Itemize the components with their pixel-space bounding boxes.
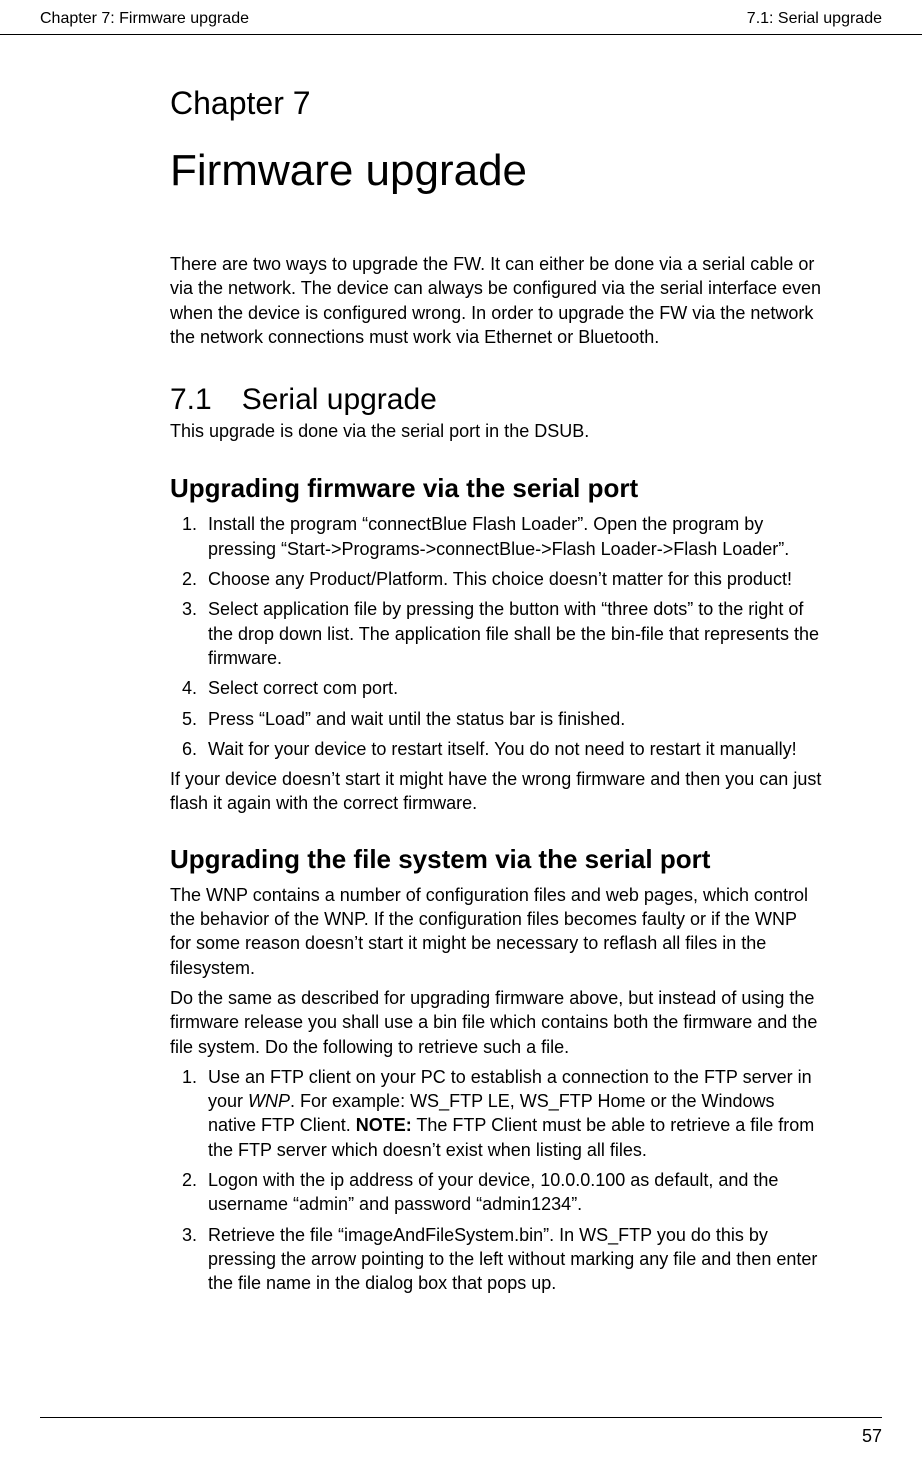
chapter-intro: There are two ways to upgrade the FW. It… xyxy=(170,252,822,349)
list-item: Select correct com port. xyxy=(202,676,822,700)
list-item: Press “Load” and wait until the status b… xyxy=(202,707,822,731)
chapter-title: Firmware upgrade xyxy=(170,146,822,196)
step1-wnp: WNP xyxy=(248,1091,290,1111)
filesystem-para-1: The WNP contains a number of configurati… xyxy=(170,883,822,980)
page-content: Chapter 7 Firmware upgrade There are two… xyxy=(0,35,922,1296)
list-item: Retrieve the file “imageAndFileSystem.bi… xyxy=(202,1223,822,1296)
filesystem-heading: Upgrading the file system via the serial… xyxy=(170,844,822,875)
list-item: Logon with the ip address of your device… xyxy=(202,1168,822,1217)
filesystem-steps: Use an FTP client on your PC to establis… xyxy=(170,1065,822,1296)
list-item: Use an FTP client on your PC to establis… xyxy=(202,1065,822,1162)
firmware-after-text: If your device doesn’t start it might ha… xyxy=(170,767,822,816)
section-heading: 7.1 Serial upgrade xyxy=(170,383,822,417)
page-footer: 57 xyxy=(40,1417,882,1447)
list-item: Choose any Product/Platform. This choice… xyxy=(202,567,822,591)
filesystem-para-2: Do the same as described for upgrading f… xyxy=(170,986,822,1059)
list-item: Wait for your device to restart itself. … xyxy=(202,737,822,761)
list-item: Install the program “connectBlue Flash L… xyxy=(202,512,822,561)
section-title: Serial upgrade xyxy=(242,383,437,416)
page-number: 57 xyxy=(862,1426,882,1446)
header-left: Chapter 7: Firmware upgrade xyxy=(40,10,249,28)
section-subtext: This upgrade is done via the serial port… xyxy=(170,419,822,443)
firmware-steps: Install the program “connectBlue Flash L… xyxy=(170,512,822,761)
firmware-heading: Upgrading firmware via the serial port xyxy=(170,473,822,504)
step1-note: NOTE: xyxy=(356,1115,412,1135)
page-header: Chapter 7: Firmware upgrade 7.1: Serial … xyxy=(0,0,922,35)
section-number: 7.1 xyxy=(170,383,212,417)
chapter-number: Chapter 7 xyxy=(170,85,822,122)
header-right: 7.1: Serial upgrade xyxy=(747,10,882,28)
list-item: Select application file by pressing the … xyxy=(202,597,822,670)
